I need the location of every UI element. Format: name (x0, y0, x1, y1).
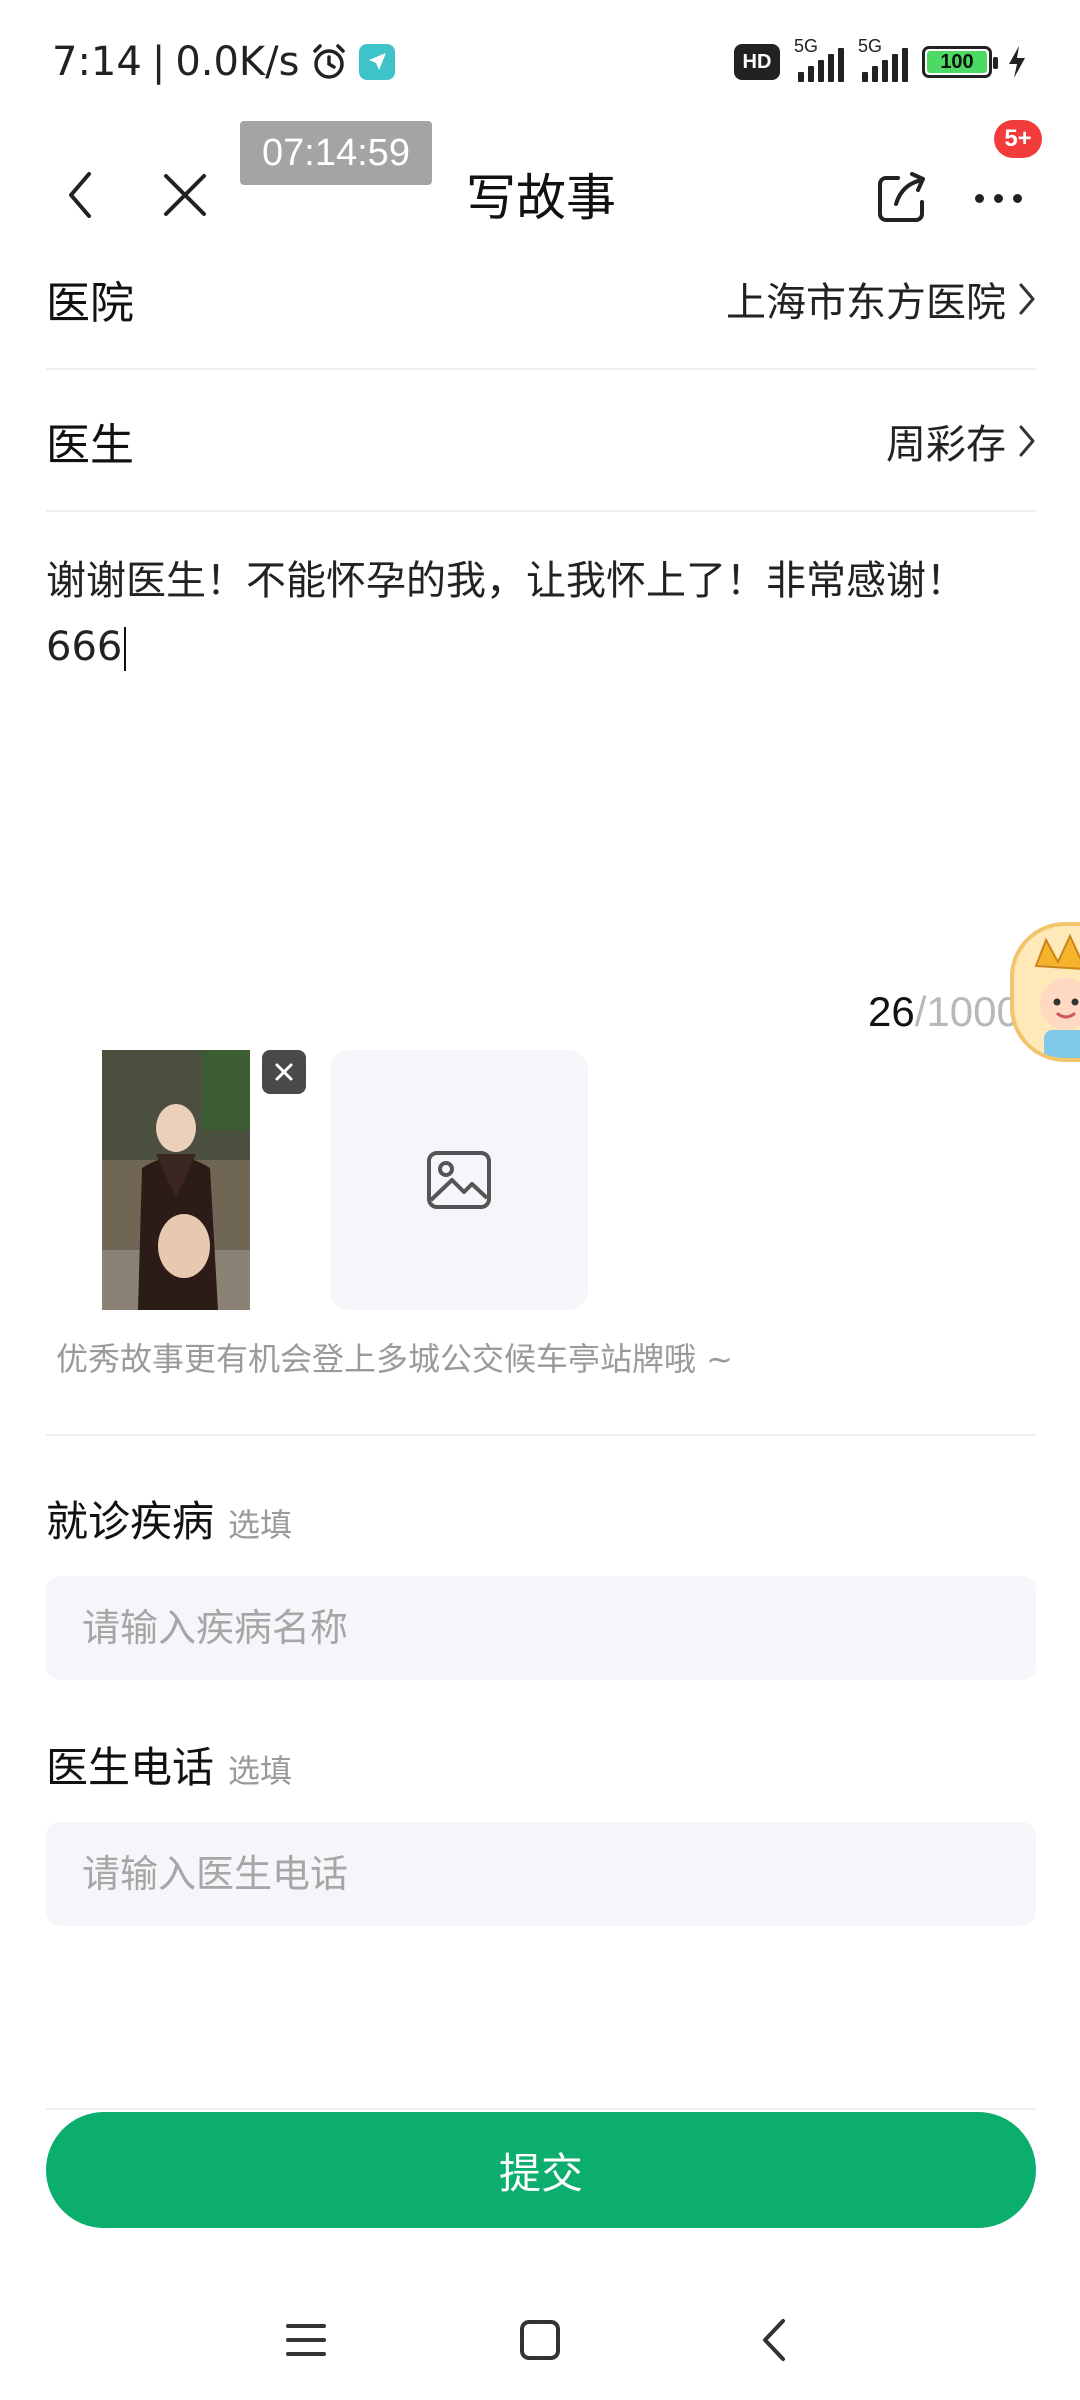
chevron-right-icon (1019, 425, 1035, 457)
disease-input[interactable] (46, 1576, 1036, 1680)
close-button[interactable] (150, 160, 220, 230)
floating-mascot-icon[interactable] (1010, 922, 1080, 1062)
nav-back-button[interactable] (734, 2300, 814, 2380)
phone-label: 医生电话 (46, 1743, 215, 1792)
disease-optional-tag: 选填 (228, 1506, 293, 1544)
timer-overlay: 07:14:59 (240, 121, 432, 185)
nav-menu-button[interactable] (266, 2300, 346, 2380)
back-button[interactable] (46, 160, 116, 230)
status-right: HD 5G 5G 100 (734, 36, 1028, 86)
image-icon (427, 1151, 491, 1209)
nav-home-button[interactable] (500, 2300, 580, 2380)
hd-icon: HD (734, 44, 780, 80)
status-time: 7:14 (52, 39, 142, 85)
doctor-row[interactable]: 医生 周彩存 (46, 372, 1036, 512)
phone-optional-tag: 选填 (228, 1752, 293, 1790)
notification-badge: 5+ (994, 120, 1042, 158)
signal-type: 5G (794, 36, 819, 56)
uploaded-image[interactable] (102, 1050, 250, 1310)
chevron-left-icon (69, 172, 91, 218)
text-cursor (124, 627, 127, 671)
signal-icon: 5G (794, 36, 844, 82)
upload-hint: 优秀故事更有机会登上多城公交候车亭站牌哦 ~ (56, 1340, 733, 1378)
share-icon (878, 172, 925, 222)
doctor-value: 周彩存 (886, 422, 1006, 468)
menu-icon (286, 2324, 326, 2356)
close-icon (164, 174, 206, 216)
add-image-button[interactable] (330, 1050, 588, 1310)
location-arrow-icon (359, 44, 396, 80)
chevron-right-icon (1019, 283, 1035, 315)
status-left: 7:14 | 0.0K/s (52, 34, 396, 90)
char-count: 26 (868, 988, 915, 1035)
more-dots-icon (974, 193, 984, 203)
story-text: 谢谢医生！不能怀孕的我，让我怀上了！非常感谢！666 (46, 558, 966, 670)
hospital-value: 上海市东方医院 (726, 280, 1006, 326)
hospital-row[interactable]: 医院 上海市东方医院 (46, 230, 1036, 370)
battery-level: 100 (927, 51, 987, 73)
divider (46, 2108, 1036, 2110)
chevron-left-icon (763, 2319, 785, 2361)
hospital-label: 医院 (46, 278, 134, 329)
close-icon (275, 1063, 293, 1081)
doctor-label: 医生 (46, 420, 134, 471)
disease-label: 就诊疾病 (46, 1497, 215, 1546)
signal-type: 5G (858, 36, 883, 56)
char-max: /1000 (914, 988, 1020, 1035)
phone-field-label: 医生电话 选填 (46, 1734, 292, 1795)
status-bar: 7:14 | 0.0K/s HD 5G 5G 100 (0, 0, 1080, 118)
system-nav-bar (0, 2280, 1080, 2400)
delete-image-button[interactable] (262, 1050, 306, 1094)
submit-button[interactable]: 提交 (46, 2112, 1036, 2228)
status-separator: | (151, 39, 166, 85)
net-speed: 0.0K/s (175, 39, 300, 85)
signal-icon: 5G (858, 36, 908, 82)
divider (46, 1434, 1036, 1436)
alarm-clock-icon (309, 42, 349, 82)
share-button[interactable] (862, 158, 942, 238)
story-textarea[interactable]: 谢谢医生！不能怀孕的我，让我怀上了！非常感谢！666 (46, 548, 996, 680)
battery-icon: 100 (922, 46, 998, 78)
more-button[interactable] (958, 158, 1038, 238)
lightning-icon (1006, 45, 1028, 79)
disease-field-label: 就诊疾病 选填 (46, 1488, 292, 1549)
char-counter: 26/1000 (868, 988, 1020, 1036)
phone-input[interactable] (46, 1822, 1036, 1926)
page-title: 写故事 (466, 169, 616, 227)
home-square-icon (520, 2320, 560, 2360)
